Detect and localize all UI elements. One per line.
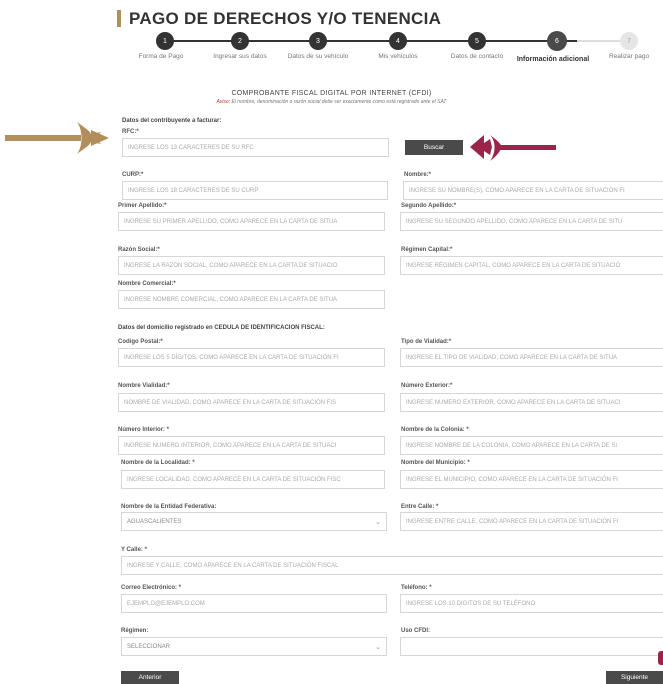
entidad-select[interactable]: AGUASCALIENTES ⌄	[121, 512, 387, 531]
nombre-input[interactable]: INGRESE SU NOMBRE(S), COMO APARECE EN LA…	[403, 181, 663, 200]
cfdi-note-text: El nombre, denominación o razón social d…	[231, 99, 447, 105]
chevron-down-icon: ⌄	[375, 518, 381, 526]
telefono-label: Teléfono: *	[401, 585, 432, 591]
numero-interior-input[interactable]: INGRESE NUMERO INTERIOR, COMO APARECE EN…	[118, 436, 385, 455]
tipo-vialidad-label: Tipo de Vialidad:*	[401, 339, 452, 345]
nombre-vialidad-input[interactable]: NOMBRE DE VIALIDAD, COMO APARECE EN LA C…	[118, 393, 385, 412]
curp-input[interactable]: INGRESE LOS 18 CARACTERES DE SU CURP	[122, 181, 388, 200]
step-7-dot: 7	[620, 32, 638, 50]
correo-label: Correo Electrónico: *	[121, 585, 182, 591]
page-title: PAGO DE DERECHOS Y/O TENENCIA	[129, 9, 442, 28]
regimen-capital-input[interactable]: INGRESE RÉGIMEN CAPITAL, COMO APARECE EN…	[400, 256, 663, 275]
regimen-select-value: SELECCIONAR	[127, 643, 171, 650]
cfdi-note: Aviso: El nombre, denominación o razón s…	[0, 99, 663, 105]
curp-label: CURP:*	[122, 172, 144, 178]
tipo-vialidad-input[interactable]: INGRESE EL TIPO DE VIALIDAD, COMO APAREC…	[400, 348, 663, 367]
buscar-button[interactable]: Buscar	[405, 140, 463, 155]
rfc-input[interactable]: INGRESE LOS 13 CARACTERES DE SU RFC	[122, 138, 389, 157]
segundo-apellido-input[interactable]: INGRESE SU SEGUNDO APELLIDO, COMO APAREC…	[400, 212, 663, 231]
entre-calle-label: Entre Calle: *	[401, 504, 439, 510]
step-6-label: Información adicional	[516, 56, 590, 63]
maroon-pointer-arrow-icon	[470, 135, 556, 161]
section-domicilio: Datos del domicilio registrado en CEDULA…	[118, 325, 325, 331]
regimen-capital-label: Régimen Capital:*	[401, 247, 453, 253]
municipio-label: Nombre del Municipio: *	[401, 460, 470, 466]
entre-calle-input[interactable]: INGRESE ENTRE CALLE, COMO APARECE EN LA …	[400, 512, 663, 531]
siguiente-button[interactable]: Siguiente	[606, 671, 663, 684]
localidad-input[interactable]: INGRESE LOCALIDAD, COMO APARECE EN LA CA…	[121, 470, 385, 489]
step-5-label: Datos de contacto	[450, 53, 504, 60]
uso-cfdi-select[interactable]	[400, 637, 663, 656]
colonia-label: Nombre de la Colonia: *	[401, 427, 469, 433]
progress-stepper: 1 2 3 4 5 6 7 Forma de Pago Ingresar sus…	[128, 31, 663, 66]
stepper-line	[165, 40, 577, 42]
razon-social-label: Razón Social:*	[118, 247, 160, 253]
localidad-label: Nombre de la Localidad: *	[121, 460, 195, 466]
rfc-label: RFC:*	[122, 129, 139, 135]
cfdi-note-warning: Aviso:	[216, 99, 231, 105]
telefono-input[interactable]: INGRESE LOS 10 DIGITOS DE SU TELÉFONO	[400, 594, 663, 613]
gold-pointer-arrow-icon	[5, 122, 109, 154]
entidad-label: Nombre de la Entidad Federativa:	[121, 504, 217, 510]
numero-exterior-label: Número Exterior:*	[401, 383, 453, 389]
section-contribuyente: Datos del contribuyente a facturar:	[122, 118, 222, 124]
primer-apellido-label: Primer Apellido:*	[118, 203, 167, 209]
entidad-select-value: AGUASCALIENTES	[127, 518, 182, 525]
correo-input[interactable]: EJEMPLO@EJEMPLO.COM	[121, 594, 387, 613]
anterior-button[interactable]: Anterior	[121, 671, 179, 684]
step-1-dot[interactable]: 1	[156, 32, 174, 50]
cfdi-title: COMPROBANTE FISCAL DIGITAL POR INTERNET …	[231, 90, 432, 97]
step-5-dot[interactable]: 5	[468, 32, 486, 50]
razon-social-input[interactable]: INGRESE LA RAZÓN SOCIAL, COMO APARECE EN…	[118, 256, 385, 275]
codigo-postal-label: Codigo Postal:*	[118, 339, 163, 345]
regimen-select[interactable]: SELECCIONAR ⌄	[121, 637, 387, 656]
step-6-dot: 6	[547, 31, 567, 51]
step-3-label: Datos de su vehículo	[287, 53, 349, 60]
y-calle-input[interactable]: INGRESE Y CALLE, COMO APARECE EN LA CART…	[121, 556, 663, 575]
uso-cfdi-label: Uso CFDI:	[401, 628, 430, 634]
step-7-label: Realizar pago	[608, 53, 650, 60]
step-4-label: Mis vehículos	[378, 53, 418, 60]
municipio-input[interactable]: INGRESE EL MUNICIPIO, COMO APARECE EN LA…	[400, 470, 663, 489]
numero-exterior-input[interactable]: INGRESE NUMERO EXTERIOR, COMO APARECE EN…	[400, 393, 663, 412]
codigo-postal-input[interactable]: INGRESE LOS 5 DÍGITOS, COMO APARECE EN L…	[118, 348, 385, 367]
nombre-vialidad-label: Nombre Vialidad:*	[118, 383, 170, 389]
step-4-dot[interactable]: 4	[389, 32, 407, 50]
maroon-edge-marker	[658, 651, 663, 665]
nombre-comercial-input[interactable]: INGRESE NOMBRE COMERCIAL, COMO APARECE E…	[118, 290, 385, 309]
segundo-apellido-label: Segundo Apellido:*	[401, 203, 457, 209]
chevron-down-icon: ⌄	[375, 643, 381, 651]
nombre-label: Nombre:*	[404, 172, 432, 178]
numero-interior-label: Número Interior: *	[118, 427, 170, 433]
colonia-input[interactable]: INGRESE NOMBRE DE LA COLONIA, COMO APARE…	[400, 436, 663, 455]
regimen-label: Régimen:	[121, 628, 149, 634]
step-2-label: Ingresar sus datos	[213, 53, 267, 60]
primer-apellido-input[interactable]: INGRESE SU PRIMER APELLIDO, COMO APARECE…	[118, 212, 385, 231]
title-accent	[117, 10, 121, 27]
step-2-dot[interactable]: 2	[231, 32, 249, 50]
step-1-label: Forma de Pago	[138, 53, 184, 60]
step-3-dot[interactable]: 3	[309, 32, 327, 50]
nombre-comercial-label: Nombre Comercial:*	[118, 281, 176, 287]
y-calle-label: Y Calle: *	[121, 547, 147, 553]
